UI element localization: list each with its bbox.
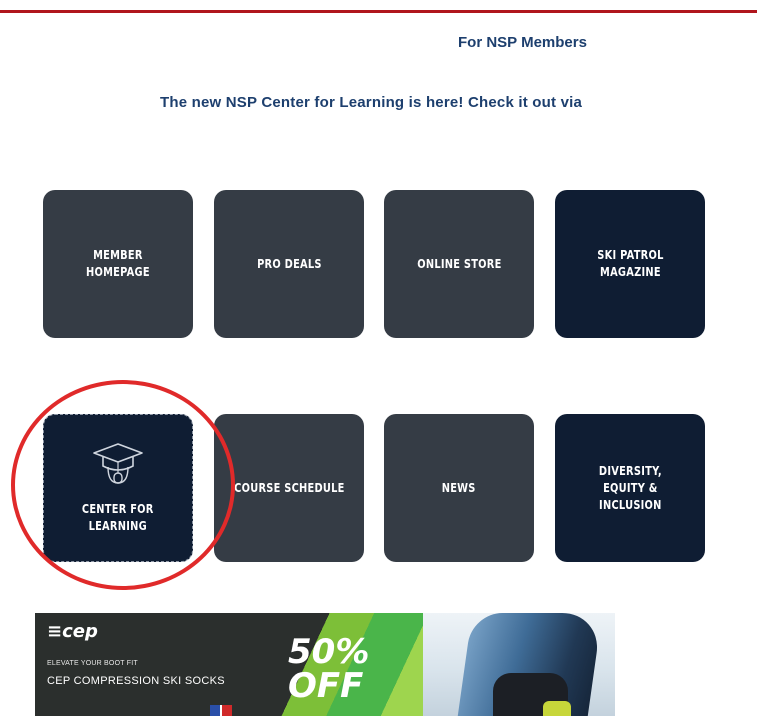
- tile-label: Center for Learning: [82, 502, 154, 533]
- graduation-cap-icon: [93, 443, 143, 484]
- top-divider: [0, 10, 757, 13]
- tile-label: News: [442, 480, 476, 495]
- tile-ski-patrol-magazine[interactable]: Ski Patrol Magazine: [555, 190, 705, 338]
- tile-label: Diversity, Equity & Inclusion: [598, 463, 662, 512]
- ad-discount-off: OFF: [288, 666, 364, 706]
- tile-diversity-equity-inclusion[interactable]: Diversity, Equity & Inclusion: [555, 414, 705, 562]
- flag-icon: [210, 705, 232, 716]
- ad-kicker: Elevate your boot fit: [47, 660, 138, 667]
- ad-photo-accent: [543, 701, 571, 716]
- tile-course-schedule[interactable]: Course Schedule: [214, 414, 364, 562]
- cep-logo: ≡cep: [47, 621, 98, 642]
- tile-label: Member Homepage: [86, 248, 150, 279]
- tile-label: Online Store: [416, 256, 502, 271]
- page: For NSP Members The new NSP Center for L…: [0, 0, 757, 716]
- ad-headline: CEP Compression Ski Socks: [47, 675, 225, 687]
- tile-pro-deals[interactable]: Pro Deals: [214, 190, 364, 338]
- tile-member-homepage[interactable]: Member Homepage: [43, 190, 193, 338]
- ad-photo: [423, 613, 615, 716]
- cep-ad-banner[interactable]: ≡cep Elevate your boot fit CEP Compressi…: [35, 613, 615, 716]
- tile-label: Pro Deals: [256, 256, 322, 271]
- tile-online-store[interactable]: Online Store: [384, 190, 534, 338]
- tile-label: Course Schedule: [233, 480, 345, 495]
- ad-discount-percent: 50%: [288, 632, 370, 672]
- tile-label: Ski Patrol Magazine: [596, 248, 664, 279]
- tile-center-for-learning[interactable]: Center for Learning: [43, 414, 193, 562]
- ad-discount: 50% OFF: [288, 635, 369, 703]
- announcement-text: The new NSP Center for Learning is here!…: [160, 94, 583, 111]
- section-title: For NSP Members: [458, 34, 587, 51]
- tile-news[interactable]: News: [384, 414, 534, 562]
